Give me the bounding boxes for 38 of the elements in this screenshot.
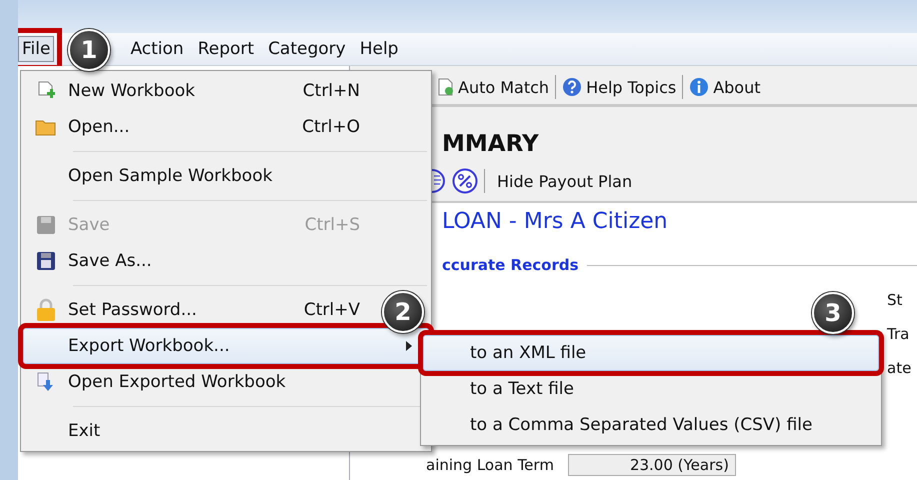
- menu-item[interactable]: Set Password... Ctrl+V: [23, 292, 383, 328]
- loan-title: LOAN - Mrs A Citizen: [442, 209, 669, 234]
- info-icon: [689, 77, 710, 97]
- shortcut-text: Ctrl+N: [302, 81, 360, 101]
- document-check-icon: [438, 78, 454, 96]
- toolbar-button[interactable]: Help Topics: [556, 77, 682, 97]
- shortcut-text: Ctrl+S: [304, 215, 360, 235]
- menu-item[interactable]: Open... Ctrl+O: [23, 109, 383, 145]
- shortcut-text: Ctrl+O: [302, 117, 360, 137]
- menu-title[interactable]: Category: [264, 36, 350, 62]
- new-document-icon: [37, 81, 55, 101]
- menu-item[interactable]: Open Sample Workbook: [23, 158, 383, 194]
- term-field[interactable]: 23.00 (Years): [568, 454, 736, 476]
- menu-title[interactable]: Help: [356, 36, 402, 62]
- menu-item[interactable]: Exit: [23, 413, 383, 449]
- percent-icon: [452, 168, 478, 194]
- padlock-icon: [36, 298, 56, 322]
- menu-title[interactable]: Action: [126, 36, 188, 62]
- toolbar-button[interactable]: About: [683, 77, 767, 97]
- hide-payout-plan-button[interactable]: Hide Payout Plan: [491, 172, 638, 190]
- submenu-arrow-icon: [406, 341, 412, 351]
- field-label: aining Loan Term: [426, 456, 554, 474]
- toolbar-button[interactable]: Auto Match: [432, 78, 556, 96]
- menu-title[interactable]: Report: [194, 36, 258, 62]
- field-label: ate: [887, 359, 912, 377]
- help-icon: [562, 77, 582, 97]
- shortcut-text: Ctrl+V: [304, 300, 360, 320]
- field-label: St: [887, 291, 904, 309]
- field-label: Tra: [887, 325, 910, 343]
- menu-item[interactable]: New Workbook Ctrl+N: [23, 73, 383, 109]
- menu-item[interactable]: Save As...: [23, 243, 383, 279]
- menu-item[interactable]: to a Text file: [423, 371, 879, 407]
- menu-item[interactable]: to a Comma Separated Values (CSV) file: [423, 407, 879, 443]
- list-icon: [432, 168, 446, 194]
- section-heading: ccurate Records: [442, 256, 579, 274]
- menu-item[interactable]: Open Exported Workbook: [23, 364, 383, 400]
- folder-icon: [35, 118, 57, 136]
- import-arrow-icon: [36, 372, 56, 392]
